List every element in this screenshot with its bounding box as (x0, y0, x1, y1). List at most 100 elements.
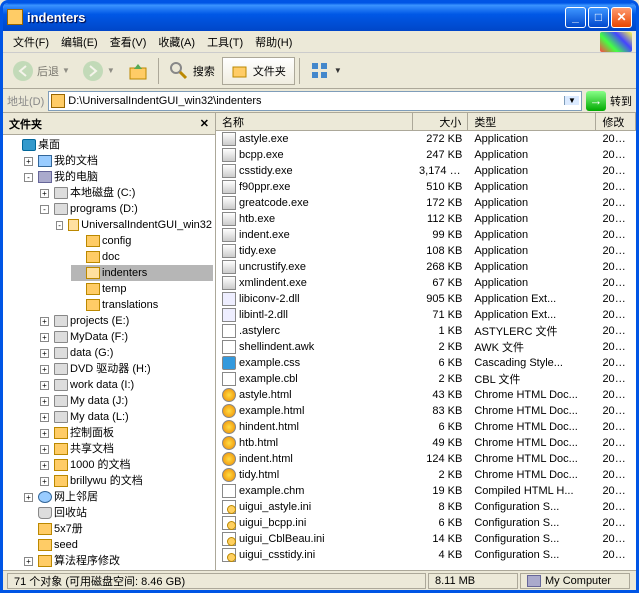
tree-translations[interactable]: translations (71, 297, 213, 313)
file-row[interactable]: tidy.html2 KBChrome HTML Doc...2009- (216, 467, 636, 483)
menu-file[interactable]: 文件(F) (7, 32, 55, 52)
tree-drive-g[interactable]: +data (G:) (39, 345, 213, 361)
file-modified: 2009- (596, 133, 636, 145)
titlebar[interactable]: indenters _ □ ✕ (3, 3, 636, 31)
file-row[interactable]: xmlindent.exe67 KBApplication2009- (216, 275, 636, 291)
collapse-icon[interactable]: - (24, 173, 33, 182)
tree-5x7[interactable]: 5x7册 (23, 521, 213, 537)
file-name: uncrustify.exe (216, 260, 413, 274)
file-row[interactable]: .astylerc1 KBASTYLERC 文件2010- (216, 323, 636, 339)
tree-drive-d[interactable]: -programs (D:) (39, 201, 213, 217)
tree-control-panel[interactable]: +控制面板 (39, 425, 213, 441)
tree-seed[interactable]: seed (23, 537, 213, 553)
views-button[interactable]: ▼ (304, 56, 347, 86)
file-row[interactable]: greatcode.exe172 KBApplication2009- (216, 195, 636, 211)
col-size[interactable]: 大小 (413, 113, 468, 130)
file-row[interactable]: uigui_astyle.ini8 KBConfiguration S...20… (216, 499, 636, 515)
drive-icon (54, 379, 68, 391)
search-label: 搜索 (193, 63, 215, 79)
file-row[interactable]: indent.exe99 KBApplication2009- (216, 227, 636, 243)
file-row[interactable]: astyle.html43 KBChrome HTML Doc...2009- (216, 387, 636, 403)
tree-my-documents[interactable]: +我的文档 (23, 153, 213, 169)
maximize-button[interactable]: □ (588, 7, 609, 28)
menu-favorites[interactable]: 收藏(A) (152, 32, 201, 52)
network-icon (38, 491, 52, 503)
tree-drive-i[interactable]: +work data (I:) (39, 377, 213, 393)
file-row[interactable]: libintl-2.dll71 KBApplication Ext...2009… (216, 307, 636, 323)
tree-drive-e[interactable]: +projects (E:) (39, 313, 213, 329)
file-row[interactable]: astyle.exe272 KBApplication2009- (216, 131, 636, 147)
tree-indenters[interactable]: indenters (71, 265, 213, 281)
close-button[interactable]: ✕ (611, 7, 632, 28)
file-size: 49 KB (413, 437, 468, 449)
file-row[interactable]: example.html83 KBChrome HTML Doc...2009- (216, 403, 636, 419)
tree-title: 文件夹 (9, 116, 42, 132)
up-button[interactable] (122, 56, 154, 86)
col-name[interactable]: 名称 (216, 113, 413, 130)
folder-tree[interactable]: 桌面 +我的文档 -我的电脑 +本地磁盘 (C:) -programs (D:)… (3, 135, 215, 570)
file-row[interactable]: uigui_CblBeau.ini14 KBConfiguration S...… (216, 531, 636, 547)
folders-button[interactable]: 文件夹 (222, 57, 295, 85)
address-bar: 地址(D) D:\UniversalIndentGUI_win32\indent… (3, 89, 636, 113)
file-row[interactable]: hindent.html6 KBChrome HTML Doc...2009- (216, 419, 636, 435)
chevron-down-icon: ▼ (107, 66, 115, 75)
menu-view[interactable]: 查看(V) (104, 32, 153, 52)
file-row[interactable]: uncrustify.exe268 KBApplication2009- (216, 259, 636, 275)
tree-brillywu-docs[interactable]: +brillywu 的文档 (39, 473, 213, 489)
tree-drive-f[interactable]: +MyData (F:) (39, 329, 213, 345)
file-row[interactable]: htb.exe112 KBApplication2009- (216, 211, 636, 227)
file-row[interactable]: bcpp.exe247 KBApplication2009- (216, 147, 636, 163)
col-type[interactable]: 类型 (468, 113, 596, 130)
go-button[interactable]: → (586, 91, 606, 111)
file-row[interactable]: tidy.exe108 KBApplication2009- (216, 243, 636, 259)
tree-1000-docs[interactable]: +1000 的文档 (39, 457, 213, 473)
tree-shared-docs[interactable]: +共享文档 (39, 441, 213, 457)
tree-drive-c[interactable]: +本地磁盘 (C:) (39, 185, 213, 201)
address-combo[interactable]: D:\UniversalIndentGUI_win32\indenters ▼ (48, 91, 582, 111)
menu-help[interactable]: 帮助(H) (249, 32, 298, 52)
tree-desktop[interactable]: 桌面 (7, 137, 213, 153)
dropdown-button[interactable]: ▼ (564, 96, 579, 105)
file-row[interactable]: htb.html49 KBChrome HTML Doc...2009- (216, 435, 636, 451)
tree-drive-j[interactable]: +My data (J:) (39, 393, 213, 409)
file-row[interactable]: libiconv-2.dll905 KBApplication Ext...20… (216, 291, 636, 307)
tree-algo[interactable]: +算法程序修改 (23, 553, 213, 569)
tree-network-places[interactable]: +网上邻居 (23, 489, 213, 505)
file-row[interactable]: uigui_bcpp.ini6 KBConfiguration S...2009… (216, 515, 636, 531)
menu-edit[interactable]: 编辑(E) (55, 32, 104, 52)
exe-icon (222, 196, 236, 210)
file-row[interactable]: shellindent.awk2 KBAWK 文件2009- (216, 339, 636, 355)
tree-drive-l[interactable]: +My data (L:) (39, 409, 213, 425)
file-type: Application (468, 245, 596, 257)
back-label: 后退 (37, 63, 59, 79)
forward-button[interactable]: ▼ (77, 56, 120, 86)
tree-dvd[interactable]: +DVD 驱动器 (H:) (39, 361, 213, 377)
minimize-button[interactable]: _ (565, 7, 586, 28)
tree-temp[interactable]: temp (71, 281, 213, 297)
file-row[interactable]: example.css6 KBCascading Style...2009- (216, 355, 636, 371)
html-icon (222, 420, 236, 434)
file-size: 6 KB (413, 517, 468, 529)
file-list[interactable]: astyle.exe272 KBApplication2009-bcpp.exe… (216, 131, 636, 570)
tree-config[interactable]: config (71, 233, 213, 249)
file-type: Configuration S... (468, 533, 596, 545)
tree-uig[interactable]: -UniversalIndentGUI_win32 (55, 217, 213, 233)
tree-doc[interactable]: doc (71, 249, 213, 265)
file-row[interactable]: example.chm19 KBCompiled HTML H...2010- (216, 483, 636, 499)
expand-icon[interactable]: + (24, 157, 33, 166)
search-button[interactable]: 搜索 (163, 56, 220, 86)
file-row[interactable]: f90ppr.exe510 KBApplication2009- (216, 179, 636, 195)
folder-open-icon (68, 219, 79, 231)
file-type: Compiled HTML H... (468, 485, 596, 497)
file-name: astyle.html (216, 388, 413, 402)
file-row[interactable]: example.cbl2 KBCBL 文件2009- (216, 371, 636, 387)
col-modified[interactable]: 修改 (596, 113, 636, 130)
file-row[interactable]: indent.html124 KBChrome HTML Doc...2009- (216, 451, 636, 467)
back-button[interactable]: 后退 ▼ (7, 56, 75, 86)
file-row[interactable]: uigui_csstidy.ini4 KBConfiguration S...2… (216, 547, 636, 563)
menu-tools[interactable]: 工具(T) (201, 32, 249, 52)
tree-my-computer[interactable]: -我的电脑 (23, 169, 213, 185)
file-row[interactable]: csstidy.exe3,174 KBApplication2009- (216, 163, 636, 179)
close-tree-button[interactable]: ✕ (200, 117, 209, 130)
tree-recycle-bin[interactable]: 回收站 (23, 505, 213, 521)
